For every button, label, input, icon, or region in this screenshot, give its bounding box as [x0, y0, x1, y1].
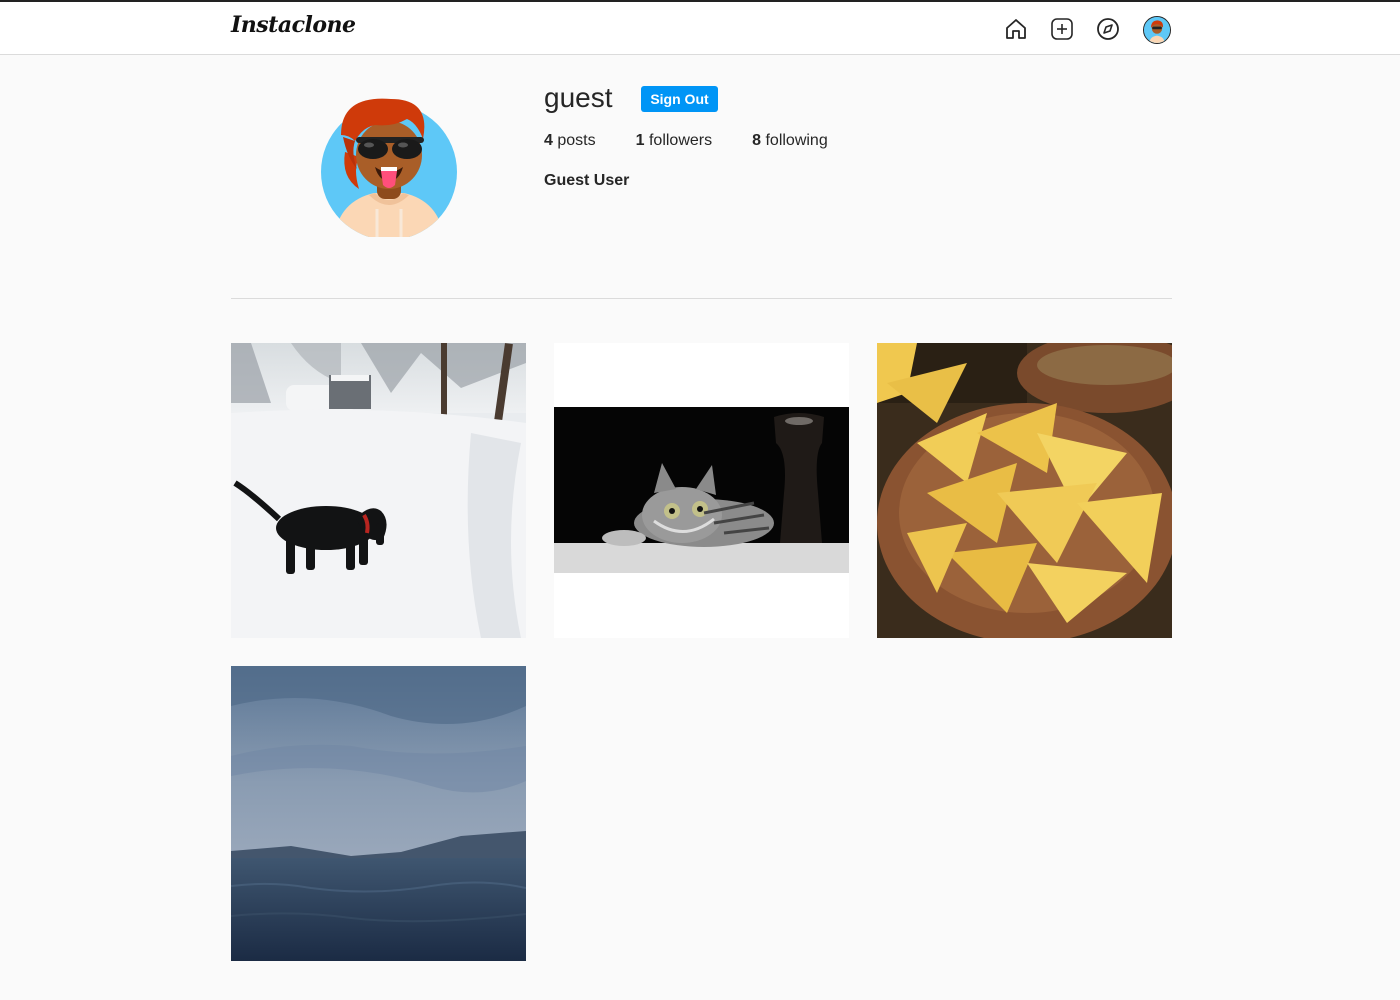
- followers-stat[interactable]: 1 followers: [636, 132, 713, 150]
- posts-count: 4: [544, 132, 553, 149]
- followers-count: 1: [635, 132, 645, 149]
- post-thumbnail-dog[interactable]: [231, 343, 526, 638]
- post-thumbnail-chips[interactable]: [877, 343, 1172, 638]
- app-logo[interactable]: Instaclone: [231, 12, 356, 38]
- following-stat[interactable]: 8 following: [752, 132, 828, 150]
- posts-stat: 4 posts: [544, 132, 596, 150]
- profile-stats: 4 posts 1 followers 8 following: [544, 132, 868, 150]
- posts-label: posts: [557, 132, 596, 149]
- nav-avatar[interactable]: [1143, 16, 1171, 44]
- profile-avatar[interactable]: [319, 97, 459, 240]
- followers-label: followers: [648, 132, 713, 149]
- post-thumbnail-sea[interactable]: [231, 666, 526, 961]
- explore-icon[interactable]: [1095, 16, 1121, 42]
- profile-username: guest: [544, 82, 613, 113]
- following-label: following: [765, 132, 828, 149]
- home-icon[interactable]: [1003, 16, 1029, 42]
- top-navbar: Instaclone: [0, 0, 1400, 55]
- profile-full-name: Guest User: [544, 172, 630, 189]
- sign-out-button[interactable]: Sign Out: [641, 86, 718, 112]
- section-divider: [231, 298, 1172, 299]
- post-thumbnail-cat[interactable]: [554, 343, 849, 638]
- new-post-icon[interactable]: [1049, 16, 1075, 42]
- following-count: 8: [752, 132, 762, 149]
